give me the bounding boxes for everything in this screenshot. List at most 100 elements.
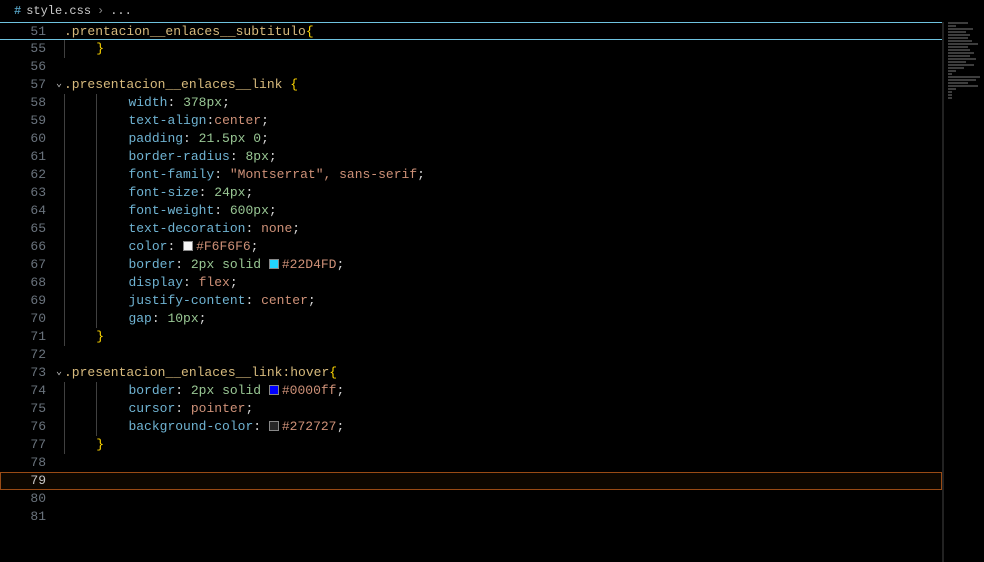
code-content[interactable]: color: #F6F6F6; [64,238,942,256]
code-content[interactable]: .presentacion__enlaces__link:hover{ [64,364,942,382]
css-property: border [128,383,175,398]
code-content[interactable]: } [64,40,942,58]
line-number: 64 [0,202,64,220]
code-line[interactable]: 80 [0,490,942,508]
css-property: border-radius [128,149,229,164]
code-line[interactable]: 66 color: #F6F6F6; [0,238,942,256]
code-content[interactable]: width: 378px; [64,94,942,112]
code-content[interactable]: border: 2px solid #22D4FD; [64,256,942,274]
code-editor[interactable]: 51 .prentacion__enlaces__subtitulo{ 55 }… [0,22,984,562]
code-line[interactable]: 62 font-family: "Montserrat", sans-serif… [0,166,942,184]
minimap-line [948,58,976,60]
breadcrumb-file[interactable]: style.css [26,4,91,18]
code-line[interactable]: 74 border: 2px solid #0000ff; [0,382,942,400]
css-value: #0000ff [282,383,337,398]
code-line[interactable]: 55 } [0,40,942,58]
code-line[interactable]: 70 gap: 10px; [0,310,942,328]
color-swatch[interactable] [183,241,193,251]
color-swatch[interactable] [269,421,279,431]
minimap-line [948,64,974,66]
semicolon: ; [336,257,344,272]
code-line[interactable]: 67 border: 2px solid #22D4FD; [0,256,942,274]
minimap-line [948,55,970,57]
code-line[interactable]: 71 } [0,328,942,346]
code-line[interactable]: 76 background-color: #272727; [0,418,942,436]
code-line[interactable]: 69 justify-content: center; [0,292,942,310]
color-swatch[interactable] [269,385,279,395]
code-content[interactable]: display: flex; [64,274,942,292]
minimap-line [948,76,980,78]
line-number: 56 [0,58,64,76]
code-line[interactable]: 78 [0,454,942,472]
colon: : [183,275,199,290]
colon: : [183,131,199,146]
code-content[interactable]: background-color: #272727; [64,418,942,436]
semicolon: ; [308,293,316,308]
line-number: 55 [0,40,64,58]
minimap-line [948,67,964,69]
code-line[interactable]: 75 cursor: pointer; [0,400,942,418]
line-number: 81 [0,508,64,526]
fold-chevron-icon[interactable]: ⌄ [56,364,62,382]
minimap-line [948,97,952,99]
code-line[interactable]: 56 [0,58,942,76]
code-content[interactable]: } [64,436,942,454]
semicolon: ; [230,275,238,290]
code-line[interactable]: 68 display: flex; [0,274,942,292]
colon: : [152,311,168,326]
code-line[interactable]: 63 font-size: 24px; [0,184,942,202]
fold-chevron-icon[interactable]: ⌄ [56,76,62,94]
css-property: background-color [128,419,253,434]
line-number: 70 [0,310,64,328]
code-content[interactable]: cursor: pointer; [64,400,942,418]
semicolon: ; [261,113,269,128]
line-number: 72 [0,346,64,364]
code-line[interactable]: 79 [0,472,942,490]
code-line[interactable]: 58 width: 378px; [0,94,942,112]
code-content[interactable]: .presentacion__enlaces__link { [64,76,942,94]
css-value: #272727 [282,419,337,434]
minimap-line [948,31,966,33]
color-swatch[interactable] [269,259,279,269]
line-number: 62 [0,166,64,184]
code-content[interactable]: border: 2px solid #0000ff; [64,382,942,400]
css-property: font-weight [128,203,214,218]
line-number: 61 [0,148,64,166]
code-line[interactable]: 59 text-align:center; [0,112,942,130]
code-content[interactable]: padding: 21.5px 0; [64,130,942,148]
sticky-scroll-header[interactable]: 51 .prentacion__enlaces__subtitulo{ [0,22,942,40]
code-content[interactable]: gap: 10px; [64,310,942,328]
code-line[interactable]: 64 font-weight: 600px; [0,202,942,220]
code-line[interactable]: 72 [0,346,942,364]
code-line[interactable]: 60 padding: 21.5px 0; [0,130,942,148]
colon: : [245,221,261,236]
code-line[interactable]: 77 } [0,436,942,454]
code-line[interactable]: 57⌄.presentacion__enlaces__link { [0,76,942,94]
colon: : [175,401,191,416]
semicolon: ; [261,131,269,146]
code-content[interactable]: } [64,328,942,346]
code-content[interactable]: font-family: "Montserrat", sans-serif; [64,166,942,184]
line-number: 66 [0,238,64,256]
css-value: 10px [167,311,198,326]
code-content[interactable]: font-weight: 600px; [64,202,942,220]
code-content[interactable]: border-radius: 8px; [64,148,942,166]
code-content[interactable]: text-align:center; [64,112,942,130]
line-number: 63 [0,184,64,202]
code-line[interactable]: 65 text-decoration: none; [0,220,942,238]
colon: : [167,239,183,254]
breadcrumb[interactable]: # style.css › ... [0,0,984,22]
breadcrumb-scope[interactable]: ... [110,4,132,18]
chevron-right-icon: › [97,4,104,18]
minimap[interactable] [944,22,984,562]
code-content[interactable]: font-size: 24px; [64,184,942,202]
css-property: text-decoration [128,221,245,236]
code-content[interactable]: text-decoration: none; [64,220,942,238]
code-content[interactable]: justify-content: center; [64,292,942,310]
code-line[interactable]: 73⌄.presentacion__enlaces__link:hover{ [0,364,942,382]
code-line[interactable]: 61 border-radius: 8px; [0,148,942,166]
code-line[interactable]: 81 [0,508,942,526]
brace: { [306,24,314,39]
line-number: 80 [0,490,64,508]
colon: : [245,293,261,308]
